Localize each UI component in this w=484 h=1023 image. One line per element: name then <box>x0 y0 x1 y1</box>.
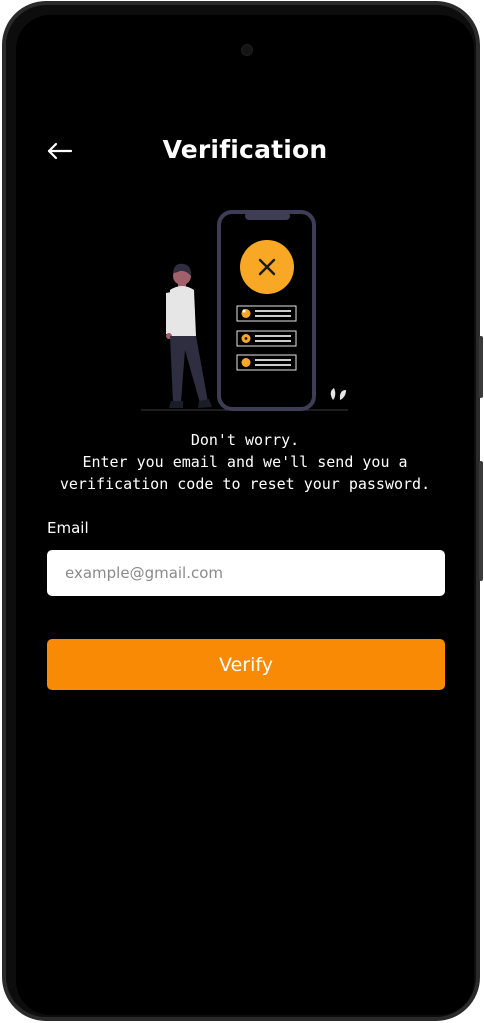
instructions-text: Don't worry. Enter you email and we'll s… <box>16 429 474 495</box>
front-camera <box>241 44 253 56</box>
phone-bezel: Verification Don't worry. Enter you emai… <box>6 5 476 1017</box>
page-title: Verification <box>162 135 328 164</box>
verification-illustration <box>141 210 348 411</box>
volume-button <box>479 461 483 581</box>
instructions-line-1: Don't worry. <box>190 431 300 449</box>
power-button <box>479 336 483 398</box>
verify-button[interactable]: Verify <box>47 639 445 690</box>
instructions-line-3: verification code to reset your password… <box>59 475 431 493</box>
phone-frame: Verification Don't worry. Enter you emai… <box>2 1 483 1021</box>
email-field[interactable] <box>47 550 445 596</box>
instructions-line-2: Enter you email and we'll send you a <box>82 453 408 471</box>
email-label: Email <box>47 519 89 537</box>
app-screen: Verification Don't worry. Enter you emai… <box>16 15 474 1015</box>
